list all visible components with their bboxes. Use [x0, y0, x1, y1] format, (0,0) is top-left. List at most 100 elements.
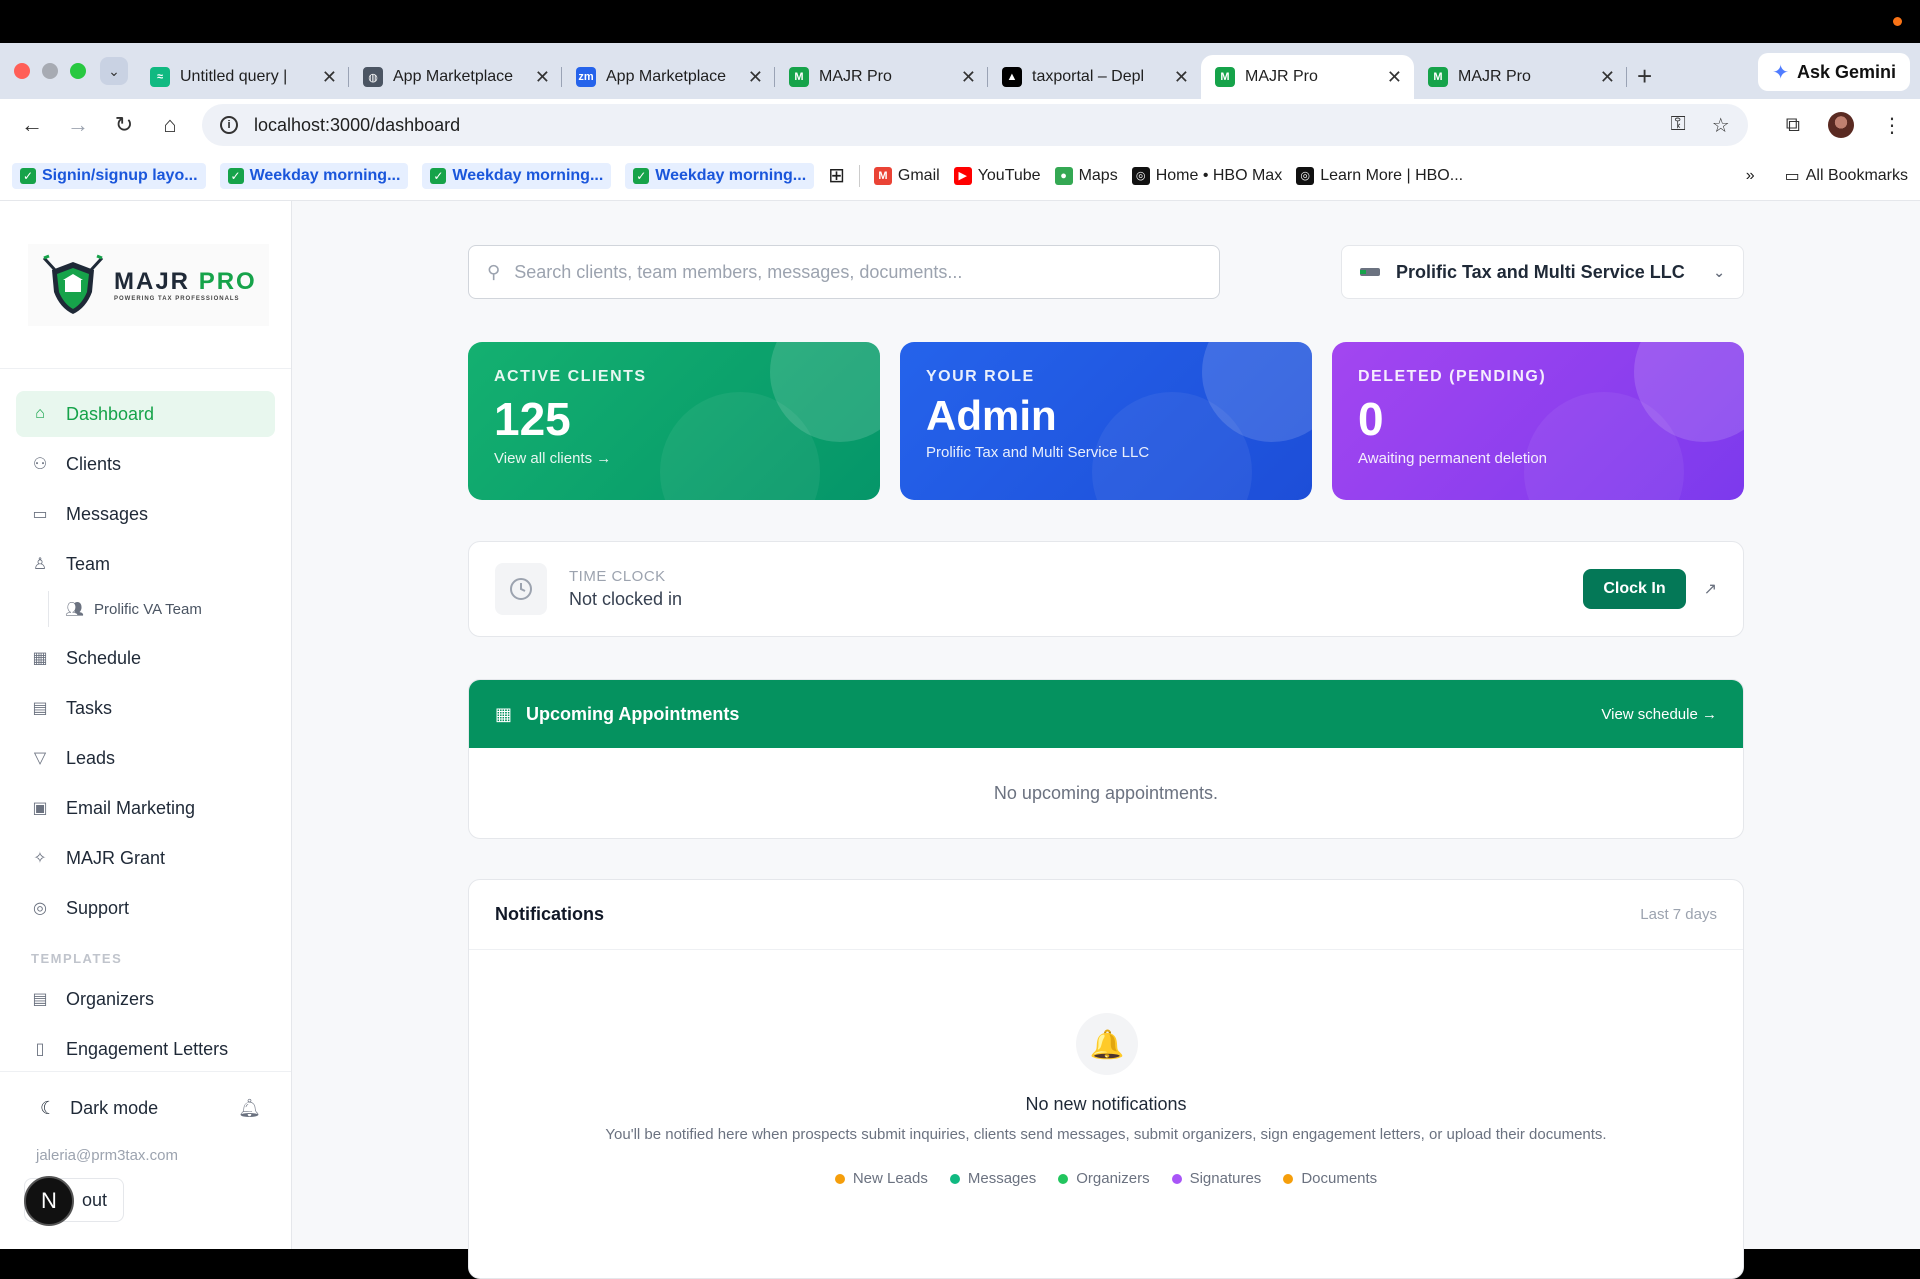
- legend-item: Organizers: [1058, 1170, 1150, 1187]
- sidebar-item-dashboard[interactable]: ⌂ Dashboard: [16, 391, 275, 437]
- close-tab-icon[interactable]: ✕: [1387, 67, 1402, 88]
- logo-tagline: POWERING TAX PROFESSIONALS: [114, 295, 240, 302]
- apps-grid-icon[interactable]: ⊞: [828, 163, 845, 188]
- all-bookmarks-label: All Bookmarks: [1805, 166, 1908, 184]
- bookmark-item[interactable]: ✓ Weekday morning...: [422, 162, 612, 189]
- ask-gemini-button[interactable]: ✦ Ask Gemini: [1758, 53, 1910, 91]
- org-logo-icon: [1360, 268, 1380, 276]
- legend-dot: [1058, 1173, 1069, 1184]
- tab-title: App Marketplace: [606, 68, 727, 85]
- close-tab-icon[interactable]: ✕: [322, 67, 337, 88]
- sidebar-item-label: Schedule: [66, 647, 142, 668]
- sidebar-item-team[interactable]: ♙ Team: [16, 541, 275, 587]
- sidebar-item-label: Email Marketing: [66, 797, 196, 818]
- password-key-icon[interactable]: ⚿: [1671, 113, 1686, 138]
- sidebar-item-majr-grant[interactable]: ✧ MAJR Grant: [16, 835, 275, 881]
- bell-icon[interactable]: 🔔︎: [238, 1098, 261, 1119]
- checkbox-icon: ✓: [633, 167, 650, 184]
- active-clients-card[interactable]: ACTIVE CLIENTS 125 View all clients →: [468, 342, 880, 500]
- browser-tab[interactable]: M MAJR Pro ✕: [1201, 55, 1414, 99]
- reload-button[interactable]: ↻: [110, 112, 138, 138]
- maximize-window-button[interactable]: [70, 63, 86, 79]
- home-button[interactable]: ⌂: [156, 112, 184, 138]
- sidebar-item-messages[interactable]: ▭ Messages: [16, 491, 275, 537]
- new-tab-button[interactable]: +: [1637, 61, 1652, 92]
- bookmark-item[interactable]: ● Maps: [1054, 166, 1118, 185]
- legend-label: Documents: [1301, 1170, 1378, 1187]
- card-sub: Awaiting permanent deletion: [1358, 450, 1548, 467]
- time-clock-status: Not clocked in: [569, 589, 683, 609]
- bookmark-item[interactable]: ✓ Signin/signup layo...: [12, 162, 206, 189]
- majr-pro-logo[interactable]: MAJR PRO POWERING TAX PROFESSIONALS: [28, 243, 269, 326]
- sidebar-item-support[interactable]: ◎ Support: [16, 885, 275, 931]
- gemini-icon: ✦: [1772, 61, 1789, 84]
- browser-chrome: ⌄ ≈ Untitled query | ✕ ◍ App Marketplace ✕ zm…: [0, 43, 1920, 201]
- no-notifications-description: You'll be notified here when prospects s…: [605, 1126, 1607, 1143]
- tab-favicon: zm: [576, 67, 596, 87]
- sidebar-item-email-marketing[interactable]: ▣ Email Marketing: [16, 785, 275, 831]
- view-all-clients-link[interactable]: View all clients →: [494, 450, 854, 467]
- bookmark-star-icon[interactable]: ☆: [1712, 113, 1730, 138]
- close-tab-icon[interactable]: ✕: [961, 67, 976, 88]
- sidebar-item-label: Support: [66, 897, 130, 918]
- org-name: Prolific Tax and Multi Service LLC: [1396, 261, 1685, 282]
- bookmark-item[interactable]: ✓ Weekday morning...: [625, 162, 815, 189]
- close-tab-icon[interactable]: ✕: [1174, 67, 1189, 88]
- tab-search-button[interactable]: ⌄: [100, 57, 128, 85]
- browser-tab[interactable]: zm App Marketplace ✕: [562, 55, 775, 99]
- bookmark-item[interactable]: ◎ Home • HBO Max: [1131, 166, 1282, 185]
- url-text[interactable]: localhost:3000/dashboard: [254, 115, 1671, 136]
- bookmark-item[interactable]: M Gmail: [873, 166, 940, 185]
- sidebar-item-schedule[interactable]: ▦ Schedule: [16, 635, 275, 681]
- site-info-icon[interactable]: i: [220, 116, 238, 134]
- dark-mode-toggle[interactable]: ☾ Dark mode 🔔︎: [24, 1092, 267, 1125]
- external-link-icon[interactable]: ↗: [1704, 579, 1717, 599]
- bookmark-favicon: ▶: [953, 166, 972, 185]
- more-bookmarks-icon[interactable]: »: [1746, 167, 1755, 185]
- clipboard-icon: ▤: [32, 700, 48, 717]
- organization-selector[interactable]: Prolific Tax and Multi Service LLC ⌄: [1341, 245, 1744, 299]
- time-clock-panel: TIME CLOCK Not clocked in Clock In ↗: [468, 541, 1744, 637]
- bell-icon: 🔔: [1076, 1013, 1138, 1075]
- dev-tools-badge[interactable]: N: [24, 1176, 74, 1226]
- close-tab-icon[interactable]: ✕: [1600, 67, 1615, 88]
- close-tab-icon[interactable]: ✕: [748, 67, 763, 88]
- sidebar-item-label: Dashboard: [66, 403, 155, 424]
- profile-avatar[interactable]: [1828, 112, 1854, 138]
- deleted-pending-card[interactable]: DELETED (PENDING) 0 Awaiting permanent d…: [1332, 342, 1744, 500]
- sidebar-item-tasks[interactable]: ▤ Tasks: [16, 685, 275, 731]
- all-bookmarks-button[interactable]: ▭ All Bookmarks: [1785, 166, 1908, 186]
- forward-button[interactable]: →: [64, 112, 92, 138]
- view-schedule-link[interactable]: View schedule →: [1601, 706, 1717, 723]
- browser-tab[interactable]: M MAJR Pro ✕: [1414, 55, 1627, 99]
- address-bar[interactable]: i localhost:3000/dashboard ⚿ ☆: [202, 104, 1748, 146]
- browser-tab[interactable]: ▲ taxportal – Depl ✕: [988, 55, 1201, 99]
- sidebar-item-clients[interactable]: ⚇ Clients: [16, 441, 275, 487]
- global-search-input[interactable]: ⚲ Search clients, team members, messages…: [468, 245, 1220, 299]
- browser-tab[interactable]: M MAJR Pro ✕: [775, 55, 988, 99]
- bookmark-item[interactable]: ✓ Weekday morning...: [219, 162, 409, 189]
- appointments-title: Upcoming Appointments: [526, 703, 740, 724]
- browser-tab[interactable]: ≈ Untitled query | ✕: [136, 55, 349, 99]
- menu-kebab-icon[interactable]: ⋮: [1882, 113, 1902, 138]
- bookmark-item[interactable]: ▶ YouTube: [953, 166, 1041, 185]
- checkbox-icon: ✓: [430, 167, 447, 184]
- tab-favicon: ≈: [150, 67, 170, 87]
- sidebar-subitem-prolific-va-team[interactable]: 👥︎ Prolific VA Team: [48, 591, 275, 627]
- clock-in-button[interactable]: Clock In: [1583, 569, 1686, 609]
- sidebar-item-engagement-letters[interactable]: ▯ Engagement Letters: [16, 1026, 275, 1072]
- minimize-window-button[interactable]: [42, 63, 58, 79]
- extensions-icon[interactable]: ⧉: [1786, 114, 1800, 137]
- card-value: Admin: [926, 392, 1057, 439]
- legend-dot: [1171, 1173, 1182, 1184]
- close-window-button[interactable]: [14, 63, 30, 79]
- browser-tab[interactable]: ◍ App Marketplace ✕: [349, 55, 562, 99]
- back-button[interactable]: ←: [18, 112, 46, 138]
- bookmarks-bar: ✓ Signin/signup layo... ✓ Weekday morning..…: [0, 151, 1920, 201]
- checkbox-icon: ✓: [227, 167, 244, 184]
- sidebar-item-leads[interactable]: ▽ Leads: [16, 735, 275, 781]
- close-tab-icon[interactable]: ✕: [535, 67, 550, 88]
- tabs: ≈ Untitled query | ✕ ◍ App Marketplace ✕ zm Ap…: [136, 43, 1627, 99]
- bookmark-item[interactable]: ◎ Learn More | HBO...: [1296, 166, 1463, 185]
- sidebar-item-organizers[interactable]: ▤ Organizers: [16, 976, 275, 1022]
